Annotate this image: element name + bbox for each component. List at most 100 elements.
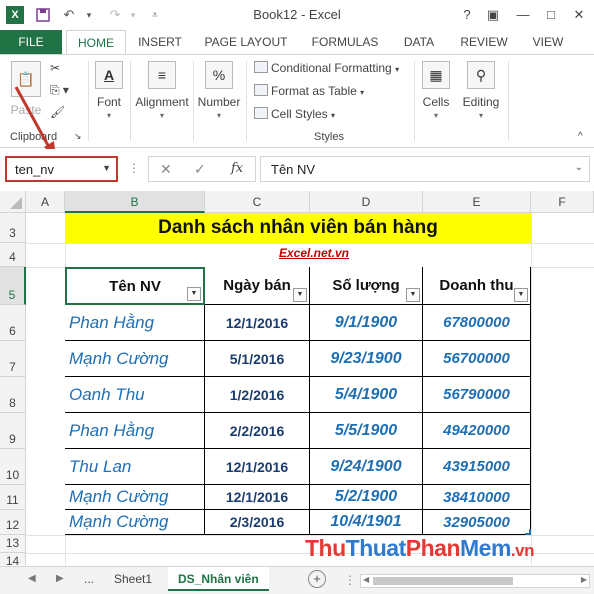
insert-function-icon[interactable]: fx <box>231 161 243 176</box>
tab-review[interactable]: REVIEW <box>452 30 516 54</box>
cell-revenue[interactable]: 56790000 <box>423 377 531 413</box>
chevron-down-icon[interactable]: ▼ <box>102 163 111 173</box>
scroll-right-icon[interactable]: ▶ <box>581 575 587 584</box>
horizontal-scrollbar[interactable]: ◀ ▶ <box>360 574 590 588</box>
cell-date[interactable]: 12/1/2016 <box>205 305 310 341</box>
cell-revenue[interactable]: 56700000 <box>423 341 531 377</box>
column-header-e[interactable]: E <box>423 191 531 213</box>
header-cell-so-luong[interactable]: Số lượng ▼ <box>310 267 423 305</box>
row-header-8[interactable]: 8 <box>0 377 26 413</box>
add-sheet-button[interactable]: + <box>308 570 326 588</box>
column-header-d[interactable]: D <box>310 191 423 213</box>
row-header-6[interactable]: 6 <box>0 305 26 341</box>
number-button[interactable]: % Number ▾ <box>196 61 242 120</box>
filter-dropdown-icon[interactable]: ▼ <box>293 288 307 302</box>
cell-name[interactable]: Mạnh Cường <box>65 510 205 535</box>
minimize-button[interactable]: — <box>512 4 534 26</box>
row-header-3[interactable]: 3 <box>0 213 26 243</box>
tab-ds-nhan-vien[interactable]: DS_Nhân viên <box>168 567 269 591</box>
cell-revenue[interactable]: 67800000 <box>423 305 531 341</box>
select-all-corner[interactable] <box>0 191 26 213</box>
cell-quantity[interactable]: 5/4/1900 <box>310 377 423 413</box>
cancel-icon[interactable]: ✕ <box>160 161 172 178</box>
tab-file[interactable]: FILE <box>0 30 62 54</box>
scroll-left-icon[interactable]: ◀ <box>363 575 369 584</box>
help-button[interactable]: ? <box>456 4 478 26</box>
cell-name[interactable]: Phan Hằng <box>65 413 205 449</box>
row-header-7[interactable]: 7 <box>0 341 26 377</box>
clipboard-launcher-icon[interactable]: ↘ <box>74 131 82 142</box>
cell-date[interactable]: 12/1/2016 <box>205 485 310 510</box>
cell-quantity[interactable]: 9/24/1900 <box>310 449 423 485</box>
expand-formula-icon[interactable]: ⌄ <box>575 162 583 173</box>
cell-date[interactable]: 1/2/2016 <box>205 377 310 413</box>
row-header-12[interactable]: 12 <box>0 510 26 535</box>
tab-insert[interactable]: INSERT <box>132 30 188 54</box>
cell-name[interactable]: Mạnh Cường <box>65 485 205 510</box>
tab-view[interactable]: VIEW <box>526 30 570 54</box>
row-header-10[interactable]: 10 <box>0 449 26 485</box>
cell-date[interactable]: 2/2/2016 <box>205 413 310 449</box>
header-cell-ngay-ban[interactable]: Ngày bán ▼ <box>205 267 310 305</box>
row-header-13[interactable]: 13 <box>0 535 26 553</box>
worksheet-grid[interactable]: A B C D E F 3 4 5 6 7 8 9 10 11 12 13 14… <box>0 191 594 565</box>
more-options-icon[interactable]: ⋮ <box>128 161 140 175</box>
tab-page-layout[interactable]: PAGE LAYOUT <box>198 30 294 54</box>
column-header-b[interactable]: B <box>65 191 205 213</box>
formula-input[interactable]: Tên NV ⌄ <box>260 156 590 182</box>
row-header-5[interactable]: 5 <box>0 267 26 305</box>
cut-icon[interactable]: ✂ <box>50 61 60 75</box>
cell-quantity[interactable]: 9/1/1900 <box>310 305 423 341</box>
tab-home[interactable]: HOME <box>66 30 126 54</box>
tab-data[interactable]: DATA <box>396 30 442 54</box>
row-header-11[interactable]: 11 <box>0 485 26 510</box>
header-cell-ten-nv[interactable]: Tên NV ▼ <box>65 267 205 305</box>
filter-dropdown-icon[interactable]: ▼ <box>514 288 528 302</box>
sheet-overflow[interactable]: ... <box>74 567 104 591</box>
cell-quantity[interactable]: 9/23/1900 <box>310 341 423 377</box>
row-header-9[interactable]: 9 <box>0 413 26 449</box>
cells-button[interactable]: ▦ Cells ▾ <box>418 61 454 120</box>
vertical-scrollbar[interactable] <box>578 213 594 565</box>
next-sheet-icon[interactable]: ▶ <box>56 573 64 584</box>
cell-revenue[interactable]: 32905000 <box>423 510 531 535</box>
cell-styles-button[interactable]: Cell Styles ▾ <box>254 107 335 121</box>
column-header-f[interactable]: F <box>531 191 594 213</box>
cell-date[interactable]: 2/3/2016 <box>205 510 310 535</box>
row-header-4[interactable]: 4 <box>0 243 26 267</box>
cell-revenue[interactable]: 38410000 <box>423 485 531 510</box>
enter-icon[interactable]: ✓ <box>194 161 206 178</box>
more-options-icon[interactable]: ⋮ <box>344 573 356 587</box>
conditional-formatting-button[interactable]: Conditional Formatting ▾ <box>254 61 399 75</box>
cell-revenue[interactable]: 43915000 <box>423 449 531 485</box>
cell-name[interactable]: Mạnh Cường <box>65 341 205 377</box>
row-header-14[interactable]: 14 <box>0 553 26 565</box>
editing-button[interactable]: ⚲ Editing ▾ <box>458 61 504 120</box>
filter-dropdown-icon[interactable]: ▼ <box>187 287 201 301</box>
tab-sheet1[interactable]: Sheet1 <box>104 567 162 591</box>
scroll-thumb[interactable] <box>373 577 513 585</box>
collapse-ribbon-icon[interactable]: ^ <box>578 131 583 142</box>
name-box[interactable]: ten_nv ▼ <box>5 156 118 182</box>
close-button[interactable]: ✕ <box>568 4 590 26</box>
ribbon-display-icon[interactable]: ▣ <box>482 4 504 26</box>
cell-quantity[interactable]: 5/2/1900 <box>310 485 423 510</box>
column-header-c[interactable]: C <box>205 191 310 213</box>
column-header-a[interactable]: A <box>26 191 65 213</box>
cell-quantity[interactable]: 5/5/1900 <box>310 413 423 449</box>
alignment-button[interactable]: ≡ Alignment ▾ <box>133 61 191 120</box>
maximize-button[interactable]: □ <box>540 4 562 26</box>
cell-date[interactable]: 12/1/2016 <box>205 449 310 485</box>
header-cell-doanh-thu[interactable]: Doanh thu ▼ <box>423 267 531 305</box>
filter-dropdown-icon[interactable]: ▼ <box>406 288 420 302</box>
cell-name[interactable]: Oanh Thu <box>65 377 205 413</box>
font-button[interactable]: A Font ▾ <box>92 61 126 120</box>
prev-sheet-icon[interactable]: ◀ <box>28 573 36 584</box>
cell-quantity[interactable]: 10/4/1901 <box>310 510 423 535</box>
tab-formulas[interactable]: FORMULAS <box>306 30 384 54</box>
cell-name[interactable]: Thu Lan <box>65 449 205 485</box>
format-as-table-button[interactable]: Format as Table ▾ <box>254 84 364 98</box>
cell-date[interactable]: 5/1/2016 <box>205 341 310 377</box>
cell-name[interactable]: Phan Hằng <box>65 305 205 341</box>
cell-revenue[interactable]: 49420000 <box>423 413 531 449</box>
